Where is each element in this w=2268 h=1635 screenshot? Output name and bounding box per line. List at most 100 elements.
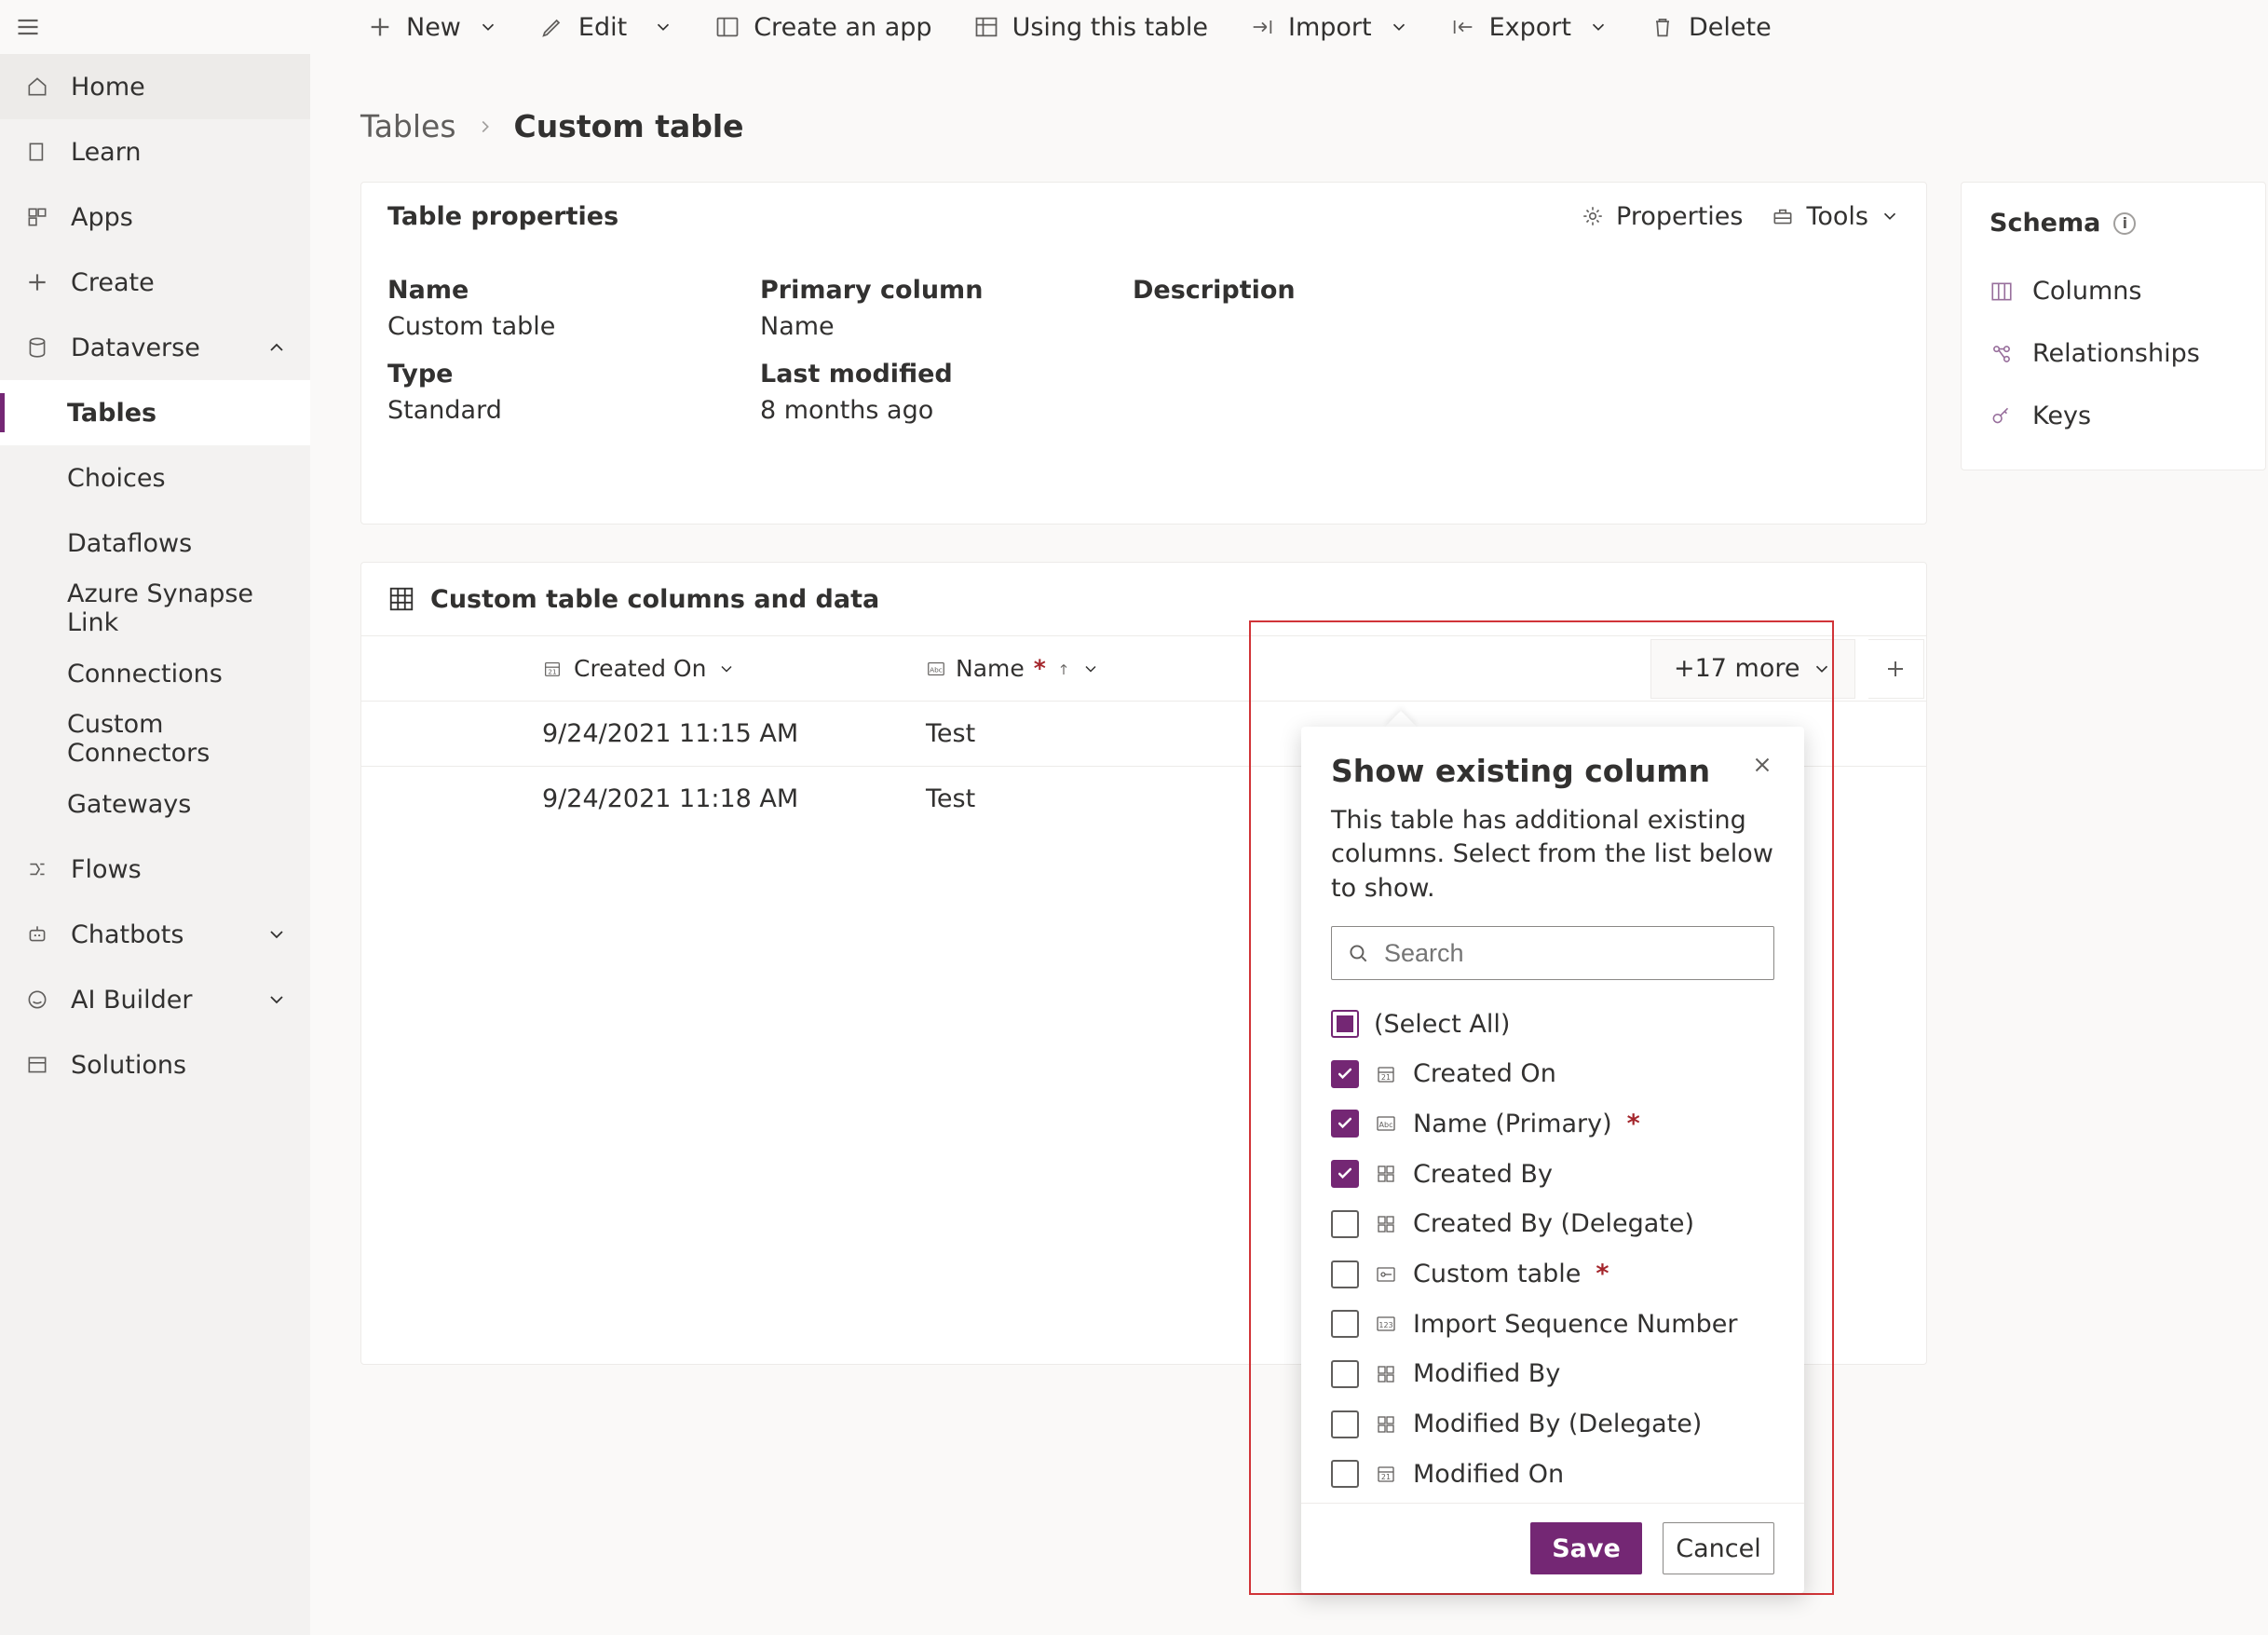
create-app-button[interactable]: Create an app xyxy=(694,0,952,54)
nav-tables[interactable]: Tables xyxy=(0,380,310,445)
show-existing-column-popover: Show existing column This table has addi… xyxy=(1301,727,1804,1593)
checkbox-unchecked[interactable] xyxy=(1331,1360,1359,1388)
checkbox-unchecked[interactable] xyxy=(1331,1310,1359,1338)
nav-synapse[interactable]: Azure Synapse Link xyxy=(0,576,310,641)
nav-create[interactable]: Create xyxy=(0,250,310,315)
nav-flows[interactable]: Flows xyxy=(0,837,310,902)
col-header-created[interactable]: Created On xyxy=(531,655,915,682)
create-app-label: Create an app xyxy=(754,13,931,42)
hamburger-button[interactable] xyxy=(0,0,56,54)
nav-home[interactable]: Home xyxy=(0,54,310,119)
prop-desc-label: Description xyxy=(1133,276,1505,305)
info-icon[interactable]: i xyxy=(2113,212,2136,235)
column-option-label: Custom table xyxy=(1413,1260,1581,1288)
nav-dataverse-children: Tables Choices Dataflows Azure Synapse L… xyxy=(0,380,310,837)
nav-connections[interactable]: Connections xyxy=(0,641,310,706)
breadcrumb-tables[interactable]: Tables xyxy=(360,108,456,144)
schema-columns[interactable]: Columns xyxy=(1962,260,2265,322)
nav-choices[interactable]: Choices xyxy=(0,445,310,511)
column-option[interactable]: Custom table * xyxy=(1331,1249,1786,1300)
lookup-type-icon xyxy=(1374,1162,1398,1186)
chevron-down-icon xyxy=(478,17,498,37)
tools-button[interactable]: Tools xyxy=(1771,202,1900,231)
checkbox-unchecked[interactable] xyxy=(1331,1410,1359,1438)
properties-button[interactable]: Properties xyxy=(1581,202,1743,231)
nav-ai-builder-label: AI Builder xyxy=(71,986,193,1015)
date-icon xyxy=(542,659,563,679)
cancel-button[interactable]: Cancel xyxy=(1663,1522,1774,1574)
chevron-down-icon xyxy=(1588,17,1609,37)
more-columns-button[interactable]: +17 more xyxy=(1650,639,1855,699)
column-option[interactable]: Modified By (Delegate) xyxy=(1331,1399,1786,1450)
more-columns-label: +17 more xyxy=(1674,654,1800,683)
lookup-type-icon xyxy=(1374,1212,1398,1236)
relationships-icon xyxy=(1990,342,2014,366)
nav-gateways[interactable]: Gateways xyxy=(0,771,310,837)
import-label: Import xyxy=(1288,13,1372,42)
import-button[interactable]: Import xyxy=(1229,0,1430,54)
column-option-label: Modified On xyxy=(1413,1460,1564,1489)
col-header-name[interactable]: Name * xyxy=(915,655,1297,682)
props-title: Table properties xyxy=(387,202,618,231)
chevron-right-icon xyxy=(475,116,496,137)
schema-keys[interactable]: Keys xyxy=(1962,385,2265,447)
chevron-down-icon xyxy=(653,17,673,37)
home-icon xyxy=(25,75,49,99)
nav-solutions[interactable]: Solutions xyxy=(0,1032,310,1097)
checkbox-unchecked[interactable] xyxy=(1331,1210,1359,1238)
text-icon xyxy=(926,659,946,679)
nav-ai-builder[interactable]: AI Builder xyxy=(0,967,310,1032)
select-all-row[interactable]: (Select All) xyxy=(1331,999,1786,1049)
close-button[interactable] xyxy=(1750,753,1774,777)
schema-relationships[interactable]: Relationships xyxy=(1962,322,2265,385)
column-option[interactable]: Created By xyxy=(1331,1149,1786,1199)
search-input[interactable] xyxy=(1331,926,1774,980)
nav-chatbots[interactable]: Chatbots xyxy=(0,902,310,967)
date-type-icon xyxy=(1374,1062,1398,1086)
column-option[interactable]: Import Sequence Number xyxy=(1331,1299,1786,1349)
checkbox-checked[interactable] xyxy=(1331,1060,1359,1088)
edit-button[interactable]: Edit xyxy=(519,0,694,54)
export-button[interactable]: Export xyxy=(1430,0,1629,54)
date-type-icon xyxy=(1374,1462,1398,1486)
pencil-icon xyxy=(539,14,565,40)
column-option[interactable]: Modified On xyxy=(1331,1449,1786,1499)
checkbox-checked[interactable] xyxy=(1331,1110,1359,1138)
column-option[interactable]: Name (Primary) * xyxy=(1331,1099,1786,1150)
column-option[interactable]: Modified By xyxy=(1331,1349,1786,1399)
close-icon xyxy=(1750,753,1774,777)
nav-dataverse[interactable]: Dataverse xyxy=(0,315,310,380)
save-label: Save xyxy=(1552,1534,1621,1563)
add-column-button[interactable] xyxy=(1868,639,1924,699)
grid-header-row: Created On Name * +17 more xyxy=(361,635,1926,701)
chevron-up-icon xyxy=(265,336,288,359)
delete-button[interactable]: Delete xyxy=(1629,0,1792,54)
column-option[interactable]: Created By (Delegate) xyxy=(1331,1199,1786,1249)
using-table-button[interactable]: Using this table xyxy=(953,0,1229,54)
nav-dataflows[interactable]: Dataflows xyxy=(0,511,310,576)
nav-create-label: Create xyxy=(71,268,155,297)
chevron-down-icon xyxy=(1389,17,1409,37)
nav-custom-connectors[interactable]: Custom Connectors xyxy=(0,706,310,771)
nav-learn-label: Learn xyxy=(71,138,141,167)
checkbox-mixed[interactable] xyxy=(1331,1010,1359,1038)
save-button[interactable]: Save xyxy=(1530,1522,1642,1574)
popover-title: Show existing column xyxy=(1331,753,1750,789)
new-button[interactable]: New xyxy=(346,0,519,54)
new-label: New xyxy=(406,13,461,42)
properties-btn-label: Properties xyxy=(1616,202,1743,231)
edit-label: Edit xyxy=(578,13,627,42)
nav-apps[interactable]: Apps xyxy=(0,184,310,250)
column-option[interactable]: Created On xyxy=(1331,1049,1786,1099)
nav-dataverse-label: Dataverse xyxy=(71,334,200,362)
checkbox-unchecked[interactable] xyxy=(1331,1460,1359,1488)
checkbox-checked[interactable] xyxy=(1331,1160,1359,1188)
nav-chatbots-label: Chatbots xyxy=(71,920,183,949)
nav-learn[interactable]: Learn xyxy=(0,119,310,184)
column-checklist[interactable]: (Select All) Created OnName (Primary) *C… xyxy=(1301,995,1804,1503)
breadcrumb-current: Custom table xyxy=(514,108,744,144)
main-area: Tables Custom table Table properties Pro… xyxy=(310,54,2268,1635)
export-label: Export xyxy=(1489,13,1571,42)
required-star: * xyxy=(1627,1110,1640,1138)
checkbox-unchecked[interactable] xyxy=(1331,1260,1359,1288)
